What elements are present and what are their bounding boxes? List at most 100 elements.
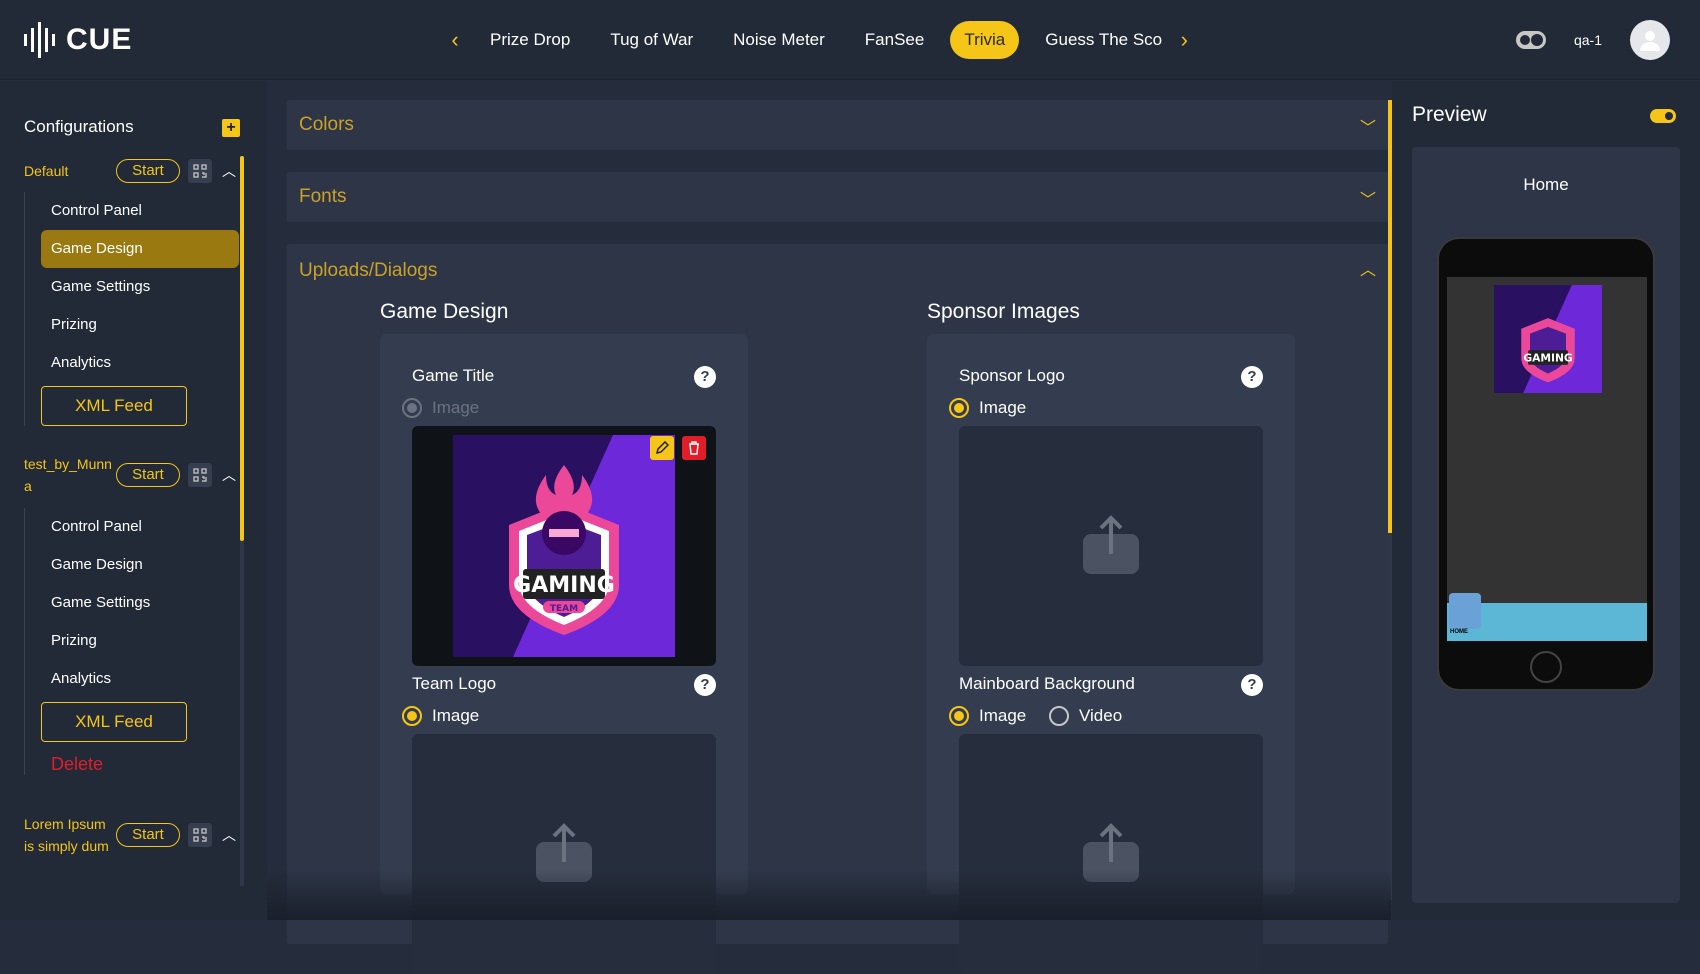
sidebar: Configurations + Default Start ︿ Control… bbox=[0, 81, 267, 920]
menu-analytics[interactable]: Analytics bbox=[25, 660, 240, 698]
tab-prize-drop[interactable]: Prize Drop bbox=[476, 21, 584, 59]
mainboard-background-label: Mainboard Background bbox=[959, 674, 1135, 693]
game-design-card: Game Title ? Image GAMING TEAM Team Logo… bbox=[380, 334, 748, 974]
delete-config-link[interactable]: Delete bbox=[25, 754, 240, 775]
top-bar: CUE ‹ Prize Drop Tug of War Noise Meter … bbox=[0, 0, 1700, 80]
tab-fansee[interactable]: FanSee bbox=[851, 21, 939, 59]
sponsor-logo-image-option[interactable]: Image bbox=[949, 398, 1026, 418]
collapse-chevron-icon[interactable]: ︿ bbox=[222, 465, 236, 485]
delete-icon[interactable] bbox=[682, 436, 706, 460]
tab-tug-of-war[interactable]: Tug of War bbox=[596, 21, 707, 59]
chevron-down-icon[interactable]: ﹀ bbox=[1360, 114, 1376, 138]
menu-game-design[interactable]: Game Design bbox=[41, 230, 239, 268]
help-icon[interactable]: ? bbox=[1241, 674, 1263, 696]
accordion-fonts[interactable]: Fonts ﹀ bbox=[287, 172, 1388, 222]
mainboard-video-option[interactable]: Video bbox=[1049, 706, 1122, 726]
xml-feed-button[interactable]: XML Feed bbox=[41, 702, 187, 742]
bottom-fade bbox=[267, 870, 1391, 920]
start-button[interactable]: Start bbox=[116, 463, 180, 487]
collapse-chevron-icon[interactable]: ︿ bbox=[222, 825, 236, 845]
radio-icon[interactable] bbox=[402, 706, 422, 726]
preview-toggle[interactable] bbox=[1650, 109, 1676, 123]
mainboard-background-upload[interactable] bbox=[959, 734, 1263, 974]
nav-prev-icon[interactable]: ‹ bbox=[440, 20, 470, 60]
user-icon bbox=[1640, 31, 1660, 51]
xml-feed-button[interactable]: XML Feed bbox=[41, 386, 187, 426]
game-title-image-preview[interactable]: GAMING TEAM bbox=[412, 426, 716, 666]
menu-control-panel[interactable]: Control Panel bbox=[25, 508, 240, 546]
sidebar-scrollbar[interactable] bbox=[240, 156, 244, 886]
collapse-chevron-icon[interactable]: ︿ bbox=[222, 161, 236, 181]
menu-control-panel[interactable]: Control Panel bbox=[25, 192, 240, 230]
phone-nav-bar: HOME bbox=[1447, 593, 1647, 641]
tab-trivia[interactable]: Trivia bbox=[950, 21, 1020, 59]
preview-card: Home GAMING HOME bbox=[1412, 147, 1680, 903]
menu-prizing[interactable]: Prizing bbox=[25, 306, 240, 344]
chevron-down-icon[interactable]: ﹀ bbox=[1360, 186, 1376, 210]
qr-code-icon[interactable] bbox=[188, 159, 212, 183]
theme-toggle-icon[interactable] bbox=[1515, 31, 1546, 49]
logo-wave-icon bbox=[24, 22, 55, 58]
svg-text:TEAM: TEAM bbox=[550, 604, 578, 614]
chevron-up-icon[interactable]: ︿ bbox=[1360, 256, 1376, 280]
menu-game-settings[interactable]: Game Settings bbox=[25, 268, 240, 306]
phone-mockup: GAMING HOME bbox=[1437, 237, 1655, 691]
config-name[interactable]: test_by_Munna bbox=[24, 453, 116, 497]
logo-text: CUE bbox=[66, 23, 133, 56]
accordion-title: Fonts bbox=[299, 186, 347, 207]
menu-game-settings[interactable]: Game Settings bbox=[25, 584, 240, 622]
menu-game-design[interactable]: Game Design bbox=[25, 546, 240, 584]
help-icon[interactable]: ? bbox=[694, 366, 716, 388]
phone-home-button bbox=[1530, 651, 1562, 683]
radio-icon[interactable] bbox=[1049, 706, 1069, 726]
app-logo[interactable]: CUE bbox=[22, 22, 132, 58]
config-header-test: test_by_Munna Start ︿ bbox=[24, 453, 239, 497]
radio-icon[interactable] bbox=[402, 398, 422, 418]
help-icon[interactable]: ? bbox=[694, 674, 716, 696]
radio-icon[interactable] bbox=[949, 398, 969, 418]
help-icon[interactable]: ? bbox=[1241, 366, 1263, 388]
username[interactable]: qa-1 bbox=[1574, 32, 1602, 48]
avatar[interactable] bbox=[1630, 20, 1670, 60]
phone-screen: GAMING HOME bbox=[1447, 277, 1647, 641]
add-configuration-icon[interactable]: + bbox=[222, 119, 240, 137]
game-title-image-option[interactable]: Image bbox=[402, 398, 479, 418]
sidebar-scroll-thumb[interactable] bbox=[240, 156, 244, 541]
mainboard-image-option[interactable]: Image bbox=[949, 706, 1026, 726]
preview-panel: Preview Home GAMING HOME bbox=[1392, 81, 1700, 920]
qr-code-icon[interactable] bbox=[188, 823, 212, 847]
accordion-colors[interactable]: Colors ﹀ bbox=[287, 100, 1388, 150]
nav-next-icon[interactable]: › bbox=[1169, 20, 1199, 60]
option-label: Image bbox=[979, 398, 1027, 417]
menu-prizing[interactable]: Prizing bbox=[25, 622, 240, 660]
game-tabs: ‹ Prize Drop Tug of War Noise Meter FanS… bbox=[440, 20, 1199, 60]
edit-icon[interactable] bbox=[650, 436, 674, 460]
sidebar-title: Configurations bbox=[24, 117, 134, 136]
upload-icon bbox=[1083, 515, 1139, 574]
tab-noise-meter[interactable]: Noise Meter bbox=[719, 21, 839, 59]
accordion-title[interactable]: Uploads/Dialogs bbox=[299, 260, 437, 282]
sponsor-images-card: Sponsor Logo ? Image Mainboard Backgroun… bbox=[927, 334, 1295, 974]
tab-guess-the-score[interactable]: Guess The Sco bbox=[1031, 21, 1163, 59]
main-content: Colors ﹀ Fonts ﹀ Uploads/Dialogs ︿ Game … bbox=[267, 81, 1391, 974]
menu-analytics[interactable]: Analytics bbox=[25, 344, 240, 382]
sponsor-logo-label: Sponsor Logo bbox=[959, 366, 1065, 385]
option-label: Image bbox=[432, 398, 480, 417]
option-label: Image bbox=[432, 706, 480, 725]
svg-text:GAMING: GAMING bbox=[513, 573, 615, 598]
game-design-heading: Game Design bbox=[380, 300, 509, 323]
team-logo-upload[interactable] bbox=[412, 734, 716, 974]
sponsor-logo-upload[interactable] bbox=[959, 426, 1263, 666]
team-logo-label: Team Logo bbox=[412, 674, 497, 693]
config-menu-default: Control Panel Game Design Game Settings … bbox=[24, 192, 240, 426]
sponsor-images-heading: Sponsor Images bbox=[927, 300, 1080, 323]
team-logo-image-option[interactable]: Image bbox=[402, 706, 479, 726]
radio-icon[interactable] bbox=[949, 706, 969, 726]
config-name[interactable]: Lorem Ipsum is simply dum bbox=[24, 813, 116, 857]
config-name[interactable]: Default bbox=[24, 160, 116, 182]
start-button[interactable]: Start bbox=[116, 159, 180, 183]
svg-text:GAMING: GAMING bbox=[1523, 351, 1572, 364]
qr-code-icon[interactable] bbox=[188, 463, 212, 487]
start-button[interactable]: Start bbox=[116, 823, 180, 847]
option-label: Image bbox=[979, 706, 1027, 725]
